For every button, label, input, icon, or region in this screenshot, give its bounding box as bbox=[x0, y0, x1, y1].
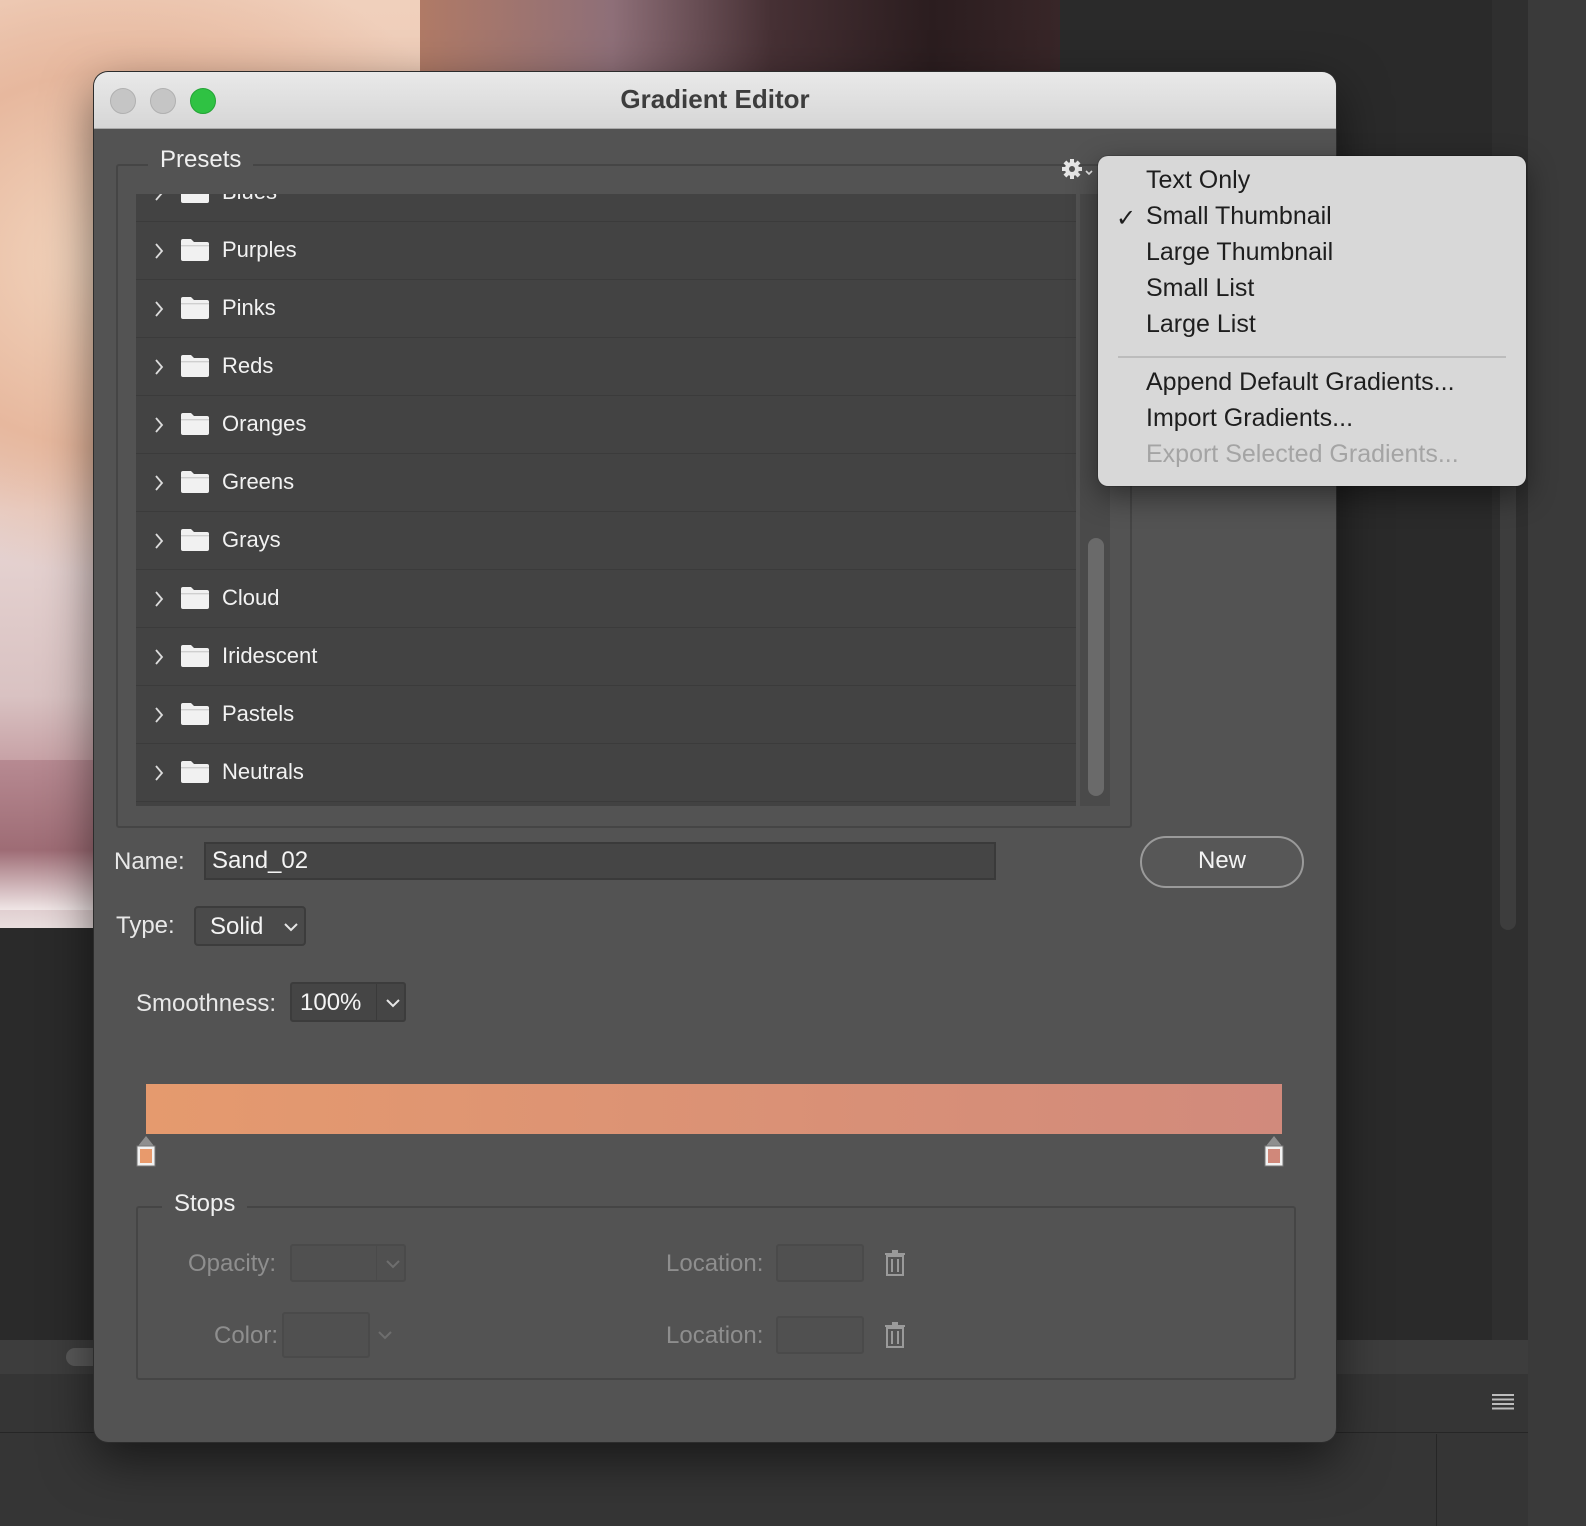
folder-icon bbox=[181, 703, 209, 725]
preset-folder-row[interactable]: Greens bbox=[136, 454, 1076, 512]
hamburger-menu-icon[interactable] bbox=[1492, 1394, 1514, 1410]
smoothness-divider bbox=[376, 984, 377, 1020]
preset-folder-row[interactable]: Cloud bbox=[136, 570, 1076, 628]
preset-folder-row[interactable]: Neutrals bbox=[136, 744, 1076, 802]
folder-icon bbox=[181, 239, 209, 261]
chevron-right-icon[interactable] bbox=[152, 647, 166, 667]
preset-folder-label: Reds bbox=[222, 353, 274, 378]
canvas-vertical-scroll-thumb[interactable] bbox=[1500, 470, 1516, 930]
menu-separator bbox=[1118, 356, 1506, 358]
smoothness-label: Smoothness: bbox=[136, 990, 277, 1017]
presets-group: Presets BluesPurplesPinksRedsOran bbox=[116, 146, 1132, 828]
chevron-down-icon bbox=[386, 1260, 400, 1269]
folder-icon bbox=[181, 297, 209, 319]
right-color-stop[interactable] bbox=[1264, 1136, 1284, 1168]
color-location-field bbox=[776, 1316, 864, 1354]
bottom-panel-column-divider bbox=[1436, 1434, 1437, 1526]
folder-icon bbox=[181, 529, 209, 551]
chevron-down-icon bbox=[378, 1331, 392, 1340]
color-label: Color: bbox=[214, 1322, 279, 1349]
chevron-right-icon[interactable] bbox=[152, 241, 166, 261]
folder-icon bbox=[181, 587, 209, 609]
menu-item-view-option[interactable]: Small List bbox=[1146, 274, 1254, 303]
folder-icon bbox=[181, 355, 209, 377]
dialog-title: Gradient Editor bbox=[620, 84, 810, 114]
stops-group: Stops Opacity: Location: Color: Location… bbox=[136, 1190, 1296, 1380]
chevron-right-icon[interactable] bbox=[152, 473, 166, 493]
stops-title: Stops bbox=[162, 1190, 248, 1218]
left-color-stop[interactable] bbox=[136, 1136, 156, 1168]
menu-item-action[interactable]: Import Gradients... bbox=[1146, 404, 1353, 433]
chevron-right-icon[interactable] bbox=[152, 705, 166, 725]
checkmark-icon: ✓ bbox=[1116, 205, 1137, 232]
folder-icon bbox=[181, 413, 209, 435]
menu-item-action: Export Selected Gradients... bbox=[1146, 440, 1459, 468]
preset-folder-label: Pinks bbox=[222, 295, 276, 320]
menu-item-view-option[interactable]: Large List bbox=[1146, 310, 1256, 339]
opacity-location-field bbox=[776, 1244, 864, 1282]
chevron-right-icon[interactable] bbox=[152, 194, 166, 203]
preset-folder-row[interactable]: Reds bbox=[136, 338, 1076, 396]
gradient-type-value: Solid bbox=[210, 913, 264, 940]
smoothness-field[interactable]: 100% bbox=[290, 982, 406, 1022]
chevron-right-icon[interactable] bbox=[152, 357, 166, 377]
color-swatch-field bbox=[282, 1312, 370, 1358]
folder-icon bbox=[181, 194, 209, 203]
preset-folder-row[interactable]: Blues bbox=[136, 194, 1076, 222]
title-bar[interactable]: Gradient Editor bbox=[94, 72, 1336, 129]
preset-folder-row[interactable]: Pastels bbox=[136, 686, 1076, 744]
preset-folder-label: Greens bbox=[222, 469, 295, 494]
color-location-label: Location: bbox=[666, 1322, 764, 1349]
folder-icon bbox=[181, 471, 209, 493]
preset-folder-label: Grays bbox=[222, 527, 281, 552]
type-label: Type: bbox=[116, 912, 175, 939]
chevron-right-icon[interactable] bbox=[152, 763, 166, 783]
menu-item-view-option[interactable]: Text Only bbox=[1146, 166, 1250, 195]
gradient-preview-bar[interactable] bbox=[146, 1084, 1282, 1134]
preset-folder-label: Blues bbox=[222, 194, 277, 205]
preset-folder-row[interactable]: Pinks bbox=[136, 280, 1076, 338]
preset-folder-row[interactable]: Grays bbox=[136, 512, 1076, 570]
chevron-right-icon[interactable] bbox=[152, 589, 166, 609]
chevron-down-icon[interactable] bbox=[386, 998, 400, 1008]
menu-item-view-option[interactable]: Large Thumbnail bbox=[1146, 238, 1333, 267]
preset-folder-label: Pastels bbox=[222, 701, 295, 726]
preset-folder-row[interactable]: Oranges bbox=[136, 396, 1076, 454]
opacity-location-label: Location: bbox=[666, 1250, 764, 1277]
trash-icon bbox=[885, 1322, 905, 1348]
presets-title: Presets bbox=[148, 146, 254, 174]
opacity-field bbox=[290, 1244, 406, 1282]
presets-options-menu: Text Only ✓ Small Thumbnail Large Thumbnail… bbox=[1098, 156, 1526, 486]
menu-item-action[interactable]: Append Default Gradients... bbox=[1146, 368, 1455, 397]
opacity-label: Opacity: bbox=[188, 1250, 277, 1277]
folder-icon bbox=[181, 761, 209, 783]
folder-icon bbox=[181, 645, 209, 667]
trash-icon bbox=[885, 1250, 905, 1276]
preset-folder-list[interactable]: Blues Purples Pinks Reds Oranges Greens Grays C… bbox=[136, 194, 1076, 806]
preset-folder-label: Oranges bbox=[222, 411, 307, 436]
opacity-divider bbox=[376, 1246, 377, 1280]
preset-folder-label: Cloud bbox=[222, 585, 280, 610]
name-label: Name: bbox=[114, 848, 185, 875]
preset-folder-row[interactable]: Iridescent bbox=[136, 628, 1076, 686]
chevron-right-icon[interactable] bbox=[152, 415, 166, 435]
preset-list-scroll-thumb[interactable] bbox=[1088, 538, 1104, 796]
preset-folder-row[interactable]: Purples bbox=[136, 222, 1076, 280]
gear-icon[interactable] bbox=[1058, 154, 1094, 184]
menu-item-view-option[interactable]: Small Thumbnail bbox=[1146, 202, 1332, 231]
gradient-type-select[interactable]: Solid bbox=[194, 906, 306, 946]
side-panel-edge bbox=[1528, 0, 1586, 1526]
smoothness-value: 100% bbox=[300, 989, 362, 1016]
preset-folder-label: Neutrals bbox=[222, 759, 304, 784]
new-gradient-button[interactable]: New bbox=[1140, 836, 1304, 888]
gradient-name-input[interactable] bbox=[204, 842, 996, 880]
chevron-right-icon[interactable] bbox=[152, 531, 166, 551]
preset-folder-label: Iridescent bbox=[222, 643, 318, 668]
chevron-right-icon[interactable] bbox=[152, 299, 166, 319]
preset-folder-label: Purples bbox=[222, 237, 297, 262]
chevron-down-icon bbox=[284, 923, 298, 932]
